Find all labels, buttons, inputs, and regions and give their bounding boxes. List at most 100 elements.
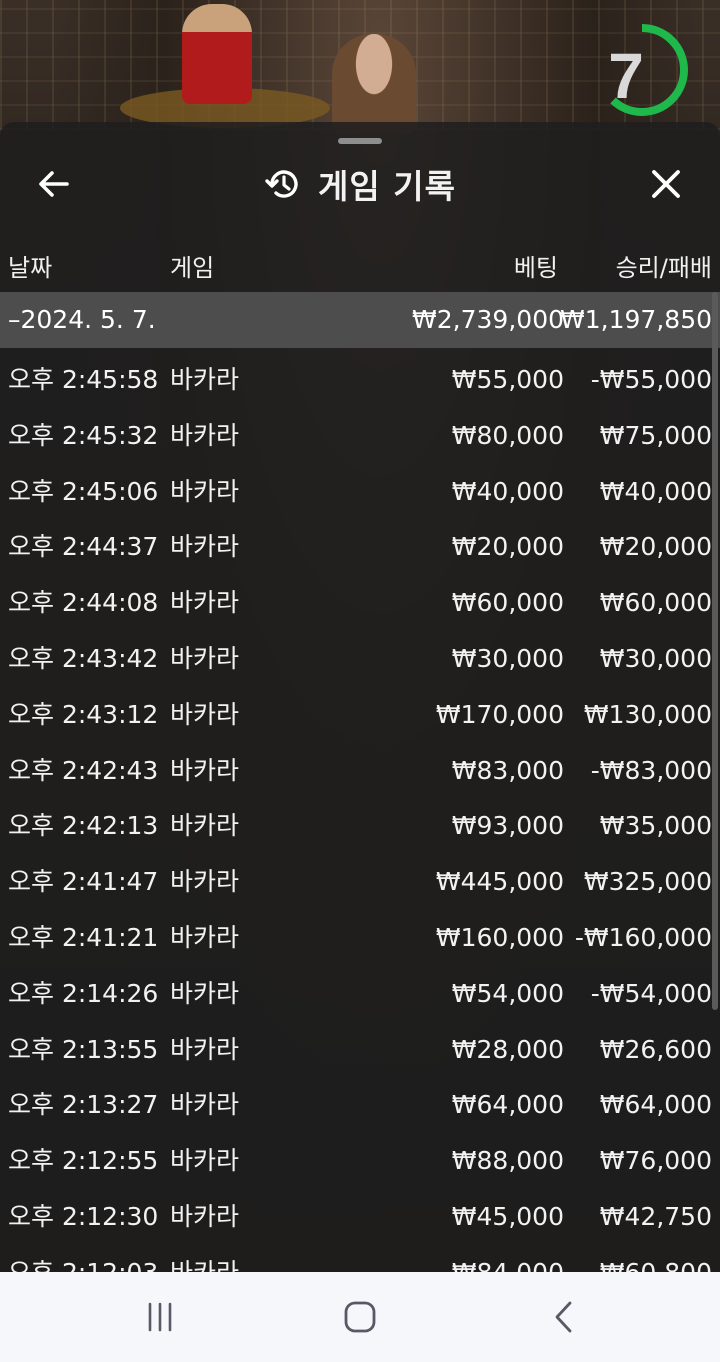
row-game: 바카라 bbox=[170, 867, 240, 897]
history-row[interactable]: 오후 2:13:55 바카라 ₩28,000 ₩26,600 bbox=[0, 1022, 720, 1078]
row-win-loss: ₩26,600 bbox=[599, 1034, 712, 1064]
history-row[interactable]: 오후 2:12:30 바카라 ₩45,000 ₩42,750 bbox=[0, 1189, 720, 1245]
row-win-loss: -₩160,000 bbox=[574, 922, 712, 952]
background-dealer-right bbox=[332, 34, 416, 134]
row-time: 오후 2:42:43 bbox=[8, 755, 159, 785]
game-history-sheet: 게임 기록 날짜 게임 베팅 승리/패배 –2024. 5. 7. ₩2,739… bbox=[0, 122, 720, 1272]
background-dealer-left bbox=[182, 4, 252, 104]
row-bet: ₩84,000 bbox=[452, 1245, 564, 1272]
row-time: 오후 2:45:32 bbox=[8, 420, 159, 450]
row-game: 바카라 bbox=[170, 476, 240, 506]
row-win-loss: ₩20,000 bbox=[599, 532, 712, 562]
history-row[interactable]: 오후 2:44:37 바카라 ₩20,000 ₩20,000 bbox=[0, 519, 720, 575]
row-bet: ₩93,000 bbox=[451, 811, 564, 841]
row-time: 오후 2:12:55 bbox=[8, 1146, 159, 1176]
back-nav-button[interactable] bbox=[534, 1292, 594, 1342]
row-bet: ₩45,000 bbox=[451, 1201, 564, 1231]
sheet-header: 게임 기록 bbox=[0, 160, 720, 208]
row-bet: ₩80,000 bbox=[451, 420, 564, 450]
history-row[interactable]: 오후 2:41:21 바카라 ₩160,000 -₩160,000 bbox=[0, 910, 720, 966]
row-bet: ₩55,000 bbox=[451, 365, 564, 394]
row-game: 바카라 bbox=[170, 811, 240, 841]
history-row[interactable]: 오후 2:43:42 바카라 ₩30,000 ₩30,000 bbox=[0, 631, 720, 687]
history-row[interactable]: 오후 2:41:47 바카라 ₩445,000 ₩325,000 bbox=[0, 854, 720, 910]
recents-button[interactable] bbox=[130, 1292, 190, 1342]
row-bet: ₩30,000 bbox=[451, 643, 564, 673]
row-win-loss: -₩83,000 bbox=[590, 755, 712, 785]
row-game: 바카라 bbox=[170, 978, 240, 1008]
row-game: 바카라 bbox=[170, 1090, 240, 1120]
history-row[interactable]: 오후 2:42:13 바카라 ₩93,000 ₩35,000 bbox=[0, 798, 720, 854]
row-time: 오후 2:43:12 bbox=[8, 699, 159, 729]
recents-icon bbox=[148, 1302, 172, 1332]
date-group-row[interactable]: –2024. 5. 7. ₩2,739,000 ₩1,197,850 bbox=[0, 292, 720, 348]
row-bet: ₩20,000 bbox=[451, 532, 564, 562]
column-header-bet: 베팅 bbox=[513, 254, 558, 282]
row-win-loss: ₩30,000 bbox=[599, 643, 712, 673]
row-bet: ₩160,000 bbox=[435, 922, 564, 952]
history-icon bbox=[265, 170, 298, 198]
row-win-loss: ₩76,000 bbox=[599, 1146, 712, 1176]
row-bet: ₩445,000 bbox=[435, 867, 564, 897]
row-game: 바카라 bbox=[170, 532, 240, 562]
row-win-loss: ₩42,750 bbox=[599, 1201, 712, 1231]
row-bet: ₩170,000 bbox=[435, 699, 564, 729]
row-game: 바카라 bbox=[170, 1201, 240, 1231]
row-time: 오후 2:44:08 bbox=[8, 588, 159, 618]
row-game: 바카라 bbox=[170, 1034, 240, 1064]
date-group-bet-total: ₩2,739,000 bbox=[412, 305, 564, 334]
history-row[interactable]: 오후 2:44:08 바카라 ₩60,000 ₩60,000 bbox=[0, 575, 720, 631]
sheet-title: 게임 기록 bbox=[318, 167, 456, 206]
column-header-game: 게임 bbox=[170, 254, 215, 282]
row-bet: ₩40,000 bbox=[451, 476, 564, 506]
row-time: 오후 2:12:03 bbox=[8, 1245, 158, 1272]
history-list: 오후 2:45:58 바카라 ₩55,000 -₩55,000 오후 2:45:32 바… bbox=[0, 352, 720, 1272]
row-game: 바카라 bbox=[170, 699, 240, 729]
column-header-date: 날짜 bbox=[8, 254, 53, 282]
history-row[interactable]: 오후 2:14:26 바카라 ₩54,000 -₩54,000 bbox=[0, 966, 720, 1022]
row-time: 오후 2:45:06 bbox=[8, 476, 159, 506]
close-button[interactable] bbox=[640, 162, 692, 206]
date-group-win-total: ₩1,197,850 bbox=[560, 305, 712, 334]
sheet-drag-handle[interactable] bbox=[338, 138, 382, 144]
row-bet: ₩64,000 bbox=[451, 1090, 564, 1120]
row-game: 바카라 bbox=[170, 420, 240, 450]
history-row[interactable]: 오후 2:12:03 바카라 ₩84,000 ₩60,800 bbox=[0, 1245, 720, 1272]
home-icon bbox=[344, 1301, 376, 1333]
row-win-loss: ₩64,000 bbox=[599, 1090, 712, 1120]
back-chevron-icon bbox=[555, 1301, 572, 1333]
row-win-loss: ₩325,000 bbox=[583, 867, 712, 897]
history-row[interactable]: 오후 2:12:55 바카라 ₩88,000 ₩76,000 bbox=[0, 1133, 720, 1189]
row-win-loss: ₩75,000 bbox=[599, 420, 712, 450]
close-icon bbox=[652, 170, 680, 198]
row-bet: ₩28,000 bbox=[451, 1034, 564, 1064]
row-win-loss: ₩35,000 bbox=[599, 811, 712, 841]
row-time: 오후 2:45:58 bbox=[8, 365, 159, 394]
row-win-loss: ₩60,000 bbox=[599, 588, 712, 618]
row-win-loss: -₩54,000 bbox=[590, 978, 712, 1008]
row-game: 바카라 bbox=[170, 922, 240, 952]
row-win-loss: ₩40,000 bbox=[599, 476, 712, 506]
date-group-date: –2024. 5. 7. bbox=[8, 305, 156, 334]
countdown-number: 7 bbox=[608, 40, 644, 112]
history-row[interactable]: 오후 2:45:58 바카라 ₩55,000 -₩55,000 bbox=[0, 352, 720, 408]
row-time: 오후 2:13:55 bbox=[8, 1034, 159, 1064]
row-time: 오후 2:43:42 bbox=[8, 643, 159, 673]
row-time: 오후 2:44:37 bbox=[8, 532, 159, 562]
history-row[interactable]: 오후 2:45:06 바카라 ₩40,000 ₩40,000 bbox=[0, 464, 720, 520]
row-time: 오후 2:14:26 bbox=[8, 978, 159, 1008]
row-game: 바카라 bbox=[170, 643, 240, 673]
row-time: 오후 2:41:47 bbox=[8, 867, 159, 897]
home-button[interactable] bbox=[330, 1292, 390, 1342]
row-bet: ₩54,000 bbox=[451, 978, 564, 1008]
history-row[interactable]: 오후 2:13:27 바카라 ₩64,000 ₩64,000 bbox=[0, 1077, 720, 1133]
row-game: 바카라 bbox=[170, 365, 240, 394]
row-game: 바카라 bbox=[170, 1245, 239, 1272]
row-time: 오후 2:42:13 bbox=[8, 811, 159, 841]
list-scrollbar[interactable] bbox=[712, 292, 718, 1010]
history-row[interactable]: 오후 2:43:12 바카라 ₩170,000 ₩130,000 bbox=[0, 687, 720, 743]
history-row[interactable]: 오후 2:42:43 바카라 ₩83,000 -₩83,000 bbox=[0, 743, 720, 799]
row-bet: ₩60,000 bbox=[451, 588, 564, 618]
history-row[interactable]: 오후 2:45:32 바카라 ₩80,000 ₩75,000 bbox=[0, 408, 720, 464]
system-navigation-bar bbox=[0, 1272, 720, 1362]
